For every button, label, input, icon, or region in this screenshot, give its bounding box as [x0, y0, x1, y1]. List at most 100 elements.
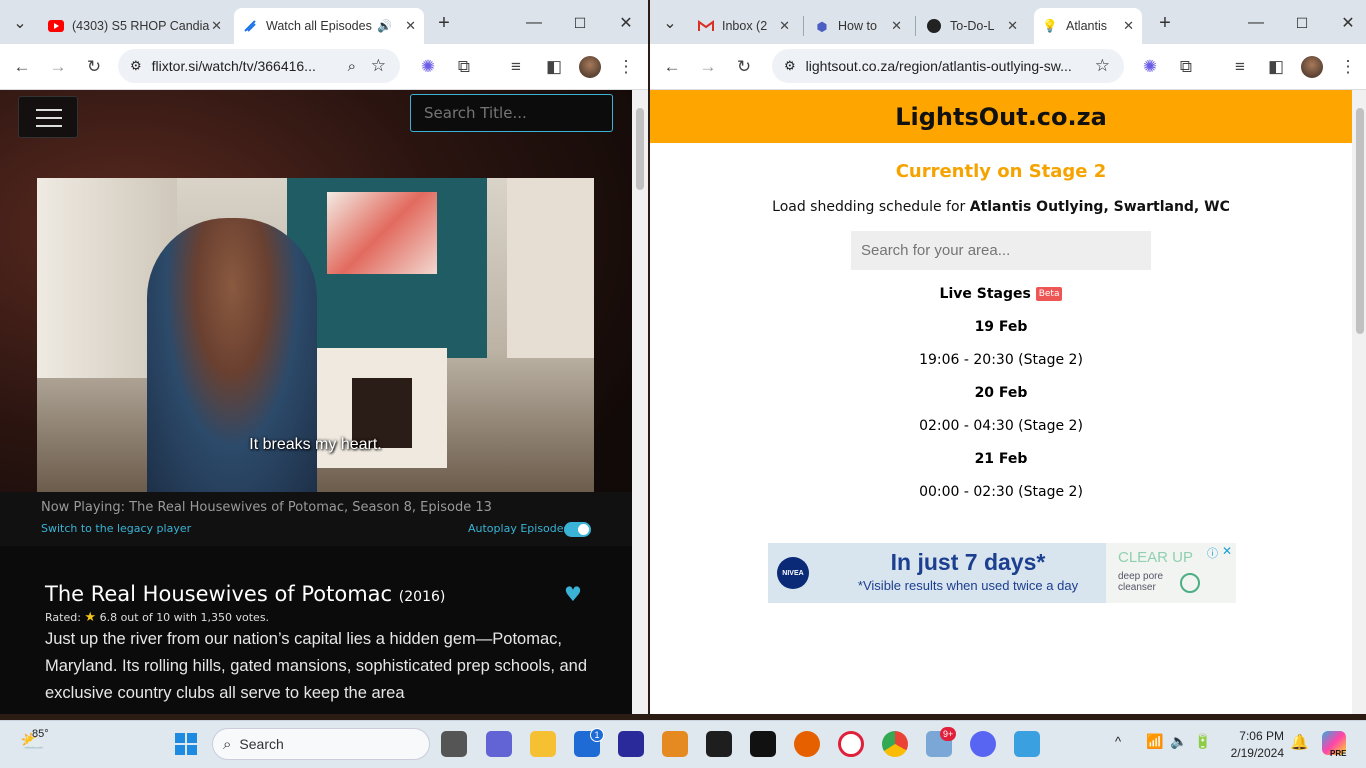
taskbar-search[interactable]: ⌕ Search: [212, 728, 430, 760]
rating-line: Rated: ★ 6.8 out of 10 with 1,350 votes.: [45, 610, 269, 625]
reload-icon[interactable]: ↻: [82, 55, 106, 79]
scrollbar-thumb[interactable]: [1356, 108, 1364, 334]
close-tab-icon[interactable]: ✕: [891, 18, 902, 34]
site-info-icon[interactable]: ⚙: [784, 58, 796, 74]
back-icon[interactable]: ←: [660, 55, 684, 79]
tab-gmail[interactable]: Inbox (2 ✕: [690, 8, 798, 44]
tab-youtube[interactable]: (4303) S5 RHOP Candia ✕: [40, 8, 230, 44]
bookmark-star-icon[interactable]: ☆: [1095, 56, 1110, 76]
area-search-input[interactable]: [851, 231, 1151, 270]
extension-flower-icon[interactable]: ✺: [1138, 55, 1162, 79]
battery-icon[interactable]: 🔋: [1194, 733, 1211, 750]
day-date: 19 Feb: [974, 319, 1028, 335]
lightbulb-icon: 💡: [1042, 18, 1058, 33]
site-header[interactable]: LightsOut.co.za: [650, 90, 1352, 143]
tab-flixtor[interactable]: Watch all Episodes 🔊 ✕: [234, 8, 424, 44]
bell-icon[interactable]: 🔔: [1290, 733, 1309, 751]
extensions-puzzle-icon[interactable]: ⧉: [452, 55, 476, 79]
chevron-up-icon[interactable]: ^: [1115, 734, 1121, 749]
ad-headline: In just 7 days*: [890, 549, 1046, 575]
chat-icon[interactable]: [486, 731, 512, 757]
nivea-logo: NIVEA: [777, 557, 809, 589]
ad-close-icon[interactable]: ✕: [1222, 544, 1232, 558]
task-view-icon[interactable]: [441, 731, 467, 757]
tab-howto[interactable]: ⬢ How to ✕: [806, 8, 910, 44]
bookshelf: [507, 178, 594, 358]
wifi-icon[interactable]: 📶: [1146, 733, 1163, 750]
hamburger-menu-button[interactable]: [18, 96, 78, 138]
tab-search-button[interactable]: ⌄: [8, 12, 32, 34]
file-explorer-icon[interactable]: [530, 731, 556, 757]
figma-icon[interactable]: [706, 731, 732, 757]
minimize-icon[interactable]: —: [522, 12, 546, 34]
speaker-icon[interactable]: 🔊: [377, 19, 392, 33]
page-scrollbar[interactable]: [632, 90, 648, 714]
app-icon[interactable]: [618, 731, 644, 757]
bitcoin-app-icon[interactable]: [662, 731, 688, 757]
chrome-icon[interactable]: [882, 731, 908, 757]
close-window-icon[interactable]: ✕: [614, 12, 638, 34]
search-title-input[interactable]: [410, 94, 613, 132]
reload-icon[interactable]: ↻: [732, 55, 756, 79]
media-control-icon[interactable]: ≡: [504, 55, 528, 79]
day-slot: 02:00 - 04:30 (Stage 2): [919, 418, 1083, 434]
minimize-icon[interactable]: —: [1244, 12, 1268, 34]
forward-icon[interactable]: →: [46, 55, 70, 79]
close-tab-icon[interactable]: ✕: [1123, 18, 1134, 34]
app-icon[interactable]: [1014, 731, 1040, 757]
tab-search-button[interactable]: ⌄: [658, 12, 682, 34]
clock[interactable]: 7:06 PM 2/19/2024: [1220, 728, 1284, 762]
weather-temp: 85°: [32, 728, 49, 740]
close-tab-icon[interactable]: ✕: [1007, 18, 1018, 34]
scrollbar-thumb[interactable]: [636, 108, 644, 190]
address-bar[interactable]: ⚙ flixtor.si/watch/tv/366416... ⌕ ☆: [118, 49, 400, 83]
site-info-icon[interactable]: ⚙: [130, 58, 142, 74]
search-label: Search: [239, 736, 284, 752]
rating-value: 6.8: [99, 611, 118, 624]
browser-toolbar: ← → ↻ ⚙ flixtor.si/watch/tv/366416... ⌕ …: [0, 44, 648, 90]
side-panel-icon[interactable]: ◧: [1264, 55, 1288, 79]
close-window-icon[interactable]: ✕: [1336, 12, 1360, 34]
address-bar[interactable]: ⚙ lightsout.co.za/region/atlantis-outlyi…: [772, 49, 1124, 83]
extensions-puzzle-icon[interactable]: ⧉: [1174, 55, 1198, 79]
chevron-down-icon: ⌄: [13, 15, 27, 32]
heart-icon[interactable]: ♥: [564, 582, 582, 606]
video-player[interactable]: It breaks my heart.: [37, 178, 594, 492]
github-desktop-icon[interactable]: [750, 731, 776, 757]
opera-icon[interactable]: [838, 731, 864, 757]
menu-icon[interactable]: ⋮: [1336, 55, 1360, 79]
tab-lightsout[interactable]: 💡 Atlantis ✕: [1034, 8, 1142, 44]
autoplay-toggle[interactable]: [564, 522, 591, 537]
legacy-player-link[interactable]: Switch to the legacy player: [41, 522, 191, 535]
profile-avatar[interactable]: [578, 55, 602, 79]
zoom-icon[interactable]: ⌕: [348, 58, 356, 75]
profile-avatar[interactable]: [1300, 55, 1324, 79]
forward-icon[interactable]: →: [696, 55, 720, 79]
store-badge: 1: [590, 728, 604, 742]
volume-icon[interactable]: 🔈: [1170, 733, 1187, 750]
tab-label: How to: [838, 19, 877, 33]
menu-icon[interactable]: ⋮: [614, 55, 638, 79]
back-icon[interactable]: ←: [10, 55, 34, 79]
discord-icon[interactable]: [970, 731, 996, 757]
start-button[interactable]: [173, 731, 199, 757]
day-slot: 19:06 - 20:30 (Stage 2): [919, 352, 1083, 368]
bookmark-star-icon[interactable]: ☆: [371, 56, 386, 76]
page-scrollbar[interactable]: [1352, 90, 1366, 714]
new-tab-button[interactable]: +: [432, 12, 456, 34]
close-tab-icon[interactable]: ✕: [779, 18, 790, 34]
side-panel-icon[interactable]: ◧: [542, 55, 566, 79]
extension-flower-icon[interactable]: ✺: [416, 55, 440, 79]
maximize-icon[interactable]: ☐: [568, 12, 592, 34]
tab-strip: ⌄ Inbox (2 ✕ ⬢ How to ✕ To-Do-L ✕ 💡 Atla…: [650, 0, 1366, 44]
close-tab-icon[interactable]: ✕: [211, 18, 222, 34]
maximize-icon[interactable]: ☐: [1290, 12, 1314, 34]
firefox-icon[interactable]: [794, 731, 820, 757]
media-control-icon[interactable]: ≡: [1228, 55, 1252, 79]
now-playing-text: Now Playing: The Real Housewives of Poto…: [41, 500, 492, 515]
new-tab-button[interactable]: +: [1153, 12, 1177, 34]
ad-info-icon[interactable]: ⓘ: [1207, 545, 1218, 561]
nivea-ad[interactable]: NIVEA In just 7 days* *Visible results w…: [768, 543, 1236, 603]
close-tab-icon[interactable]: ✕: [405, 18, 416, 34]
tab-github[interactable]: To-Do-L ✕: [918, 8, 1026, 44]
